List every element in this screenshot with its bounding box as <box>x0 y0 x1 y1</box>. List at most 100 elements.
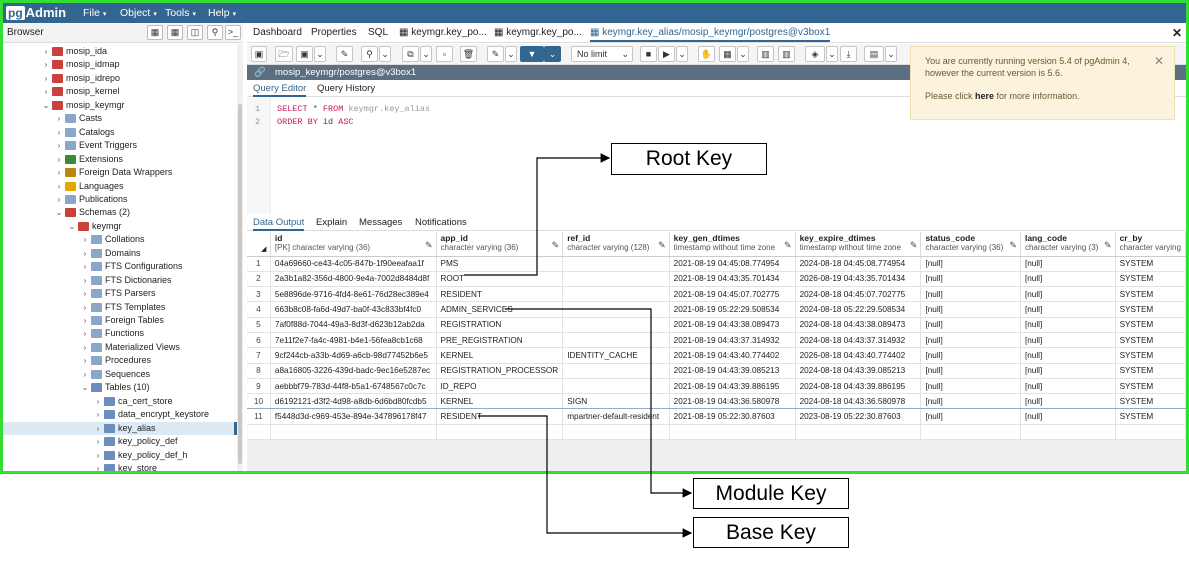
table-cell[interactable]: 2024-08-18 04:43:36.580978 <box>795 393 922 410</box>
table-cell[interactable]: [null] <box>1020 271 1116 288</box>
find-dropdown-icon[interactable]: ⌄ <box>379 46 391 62</box>
table-row[interactable]: 11 f5448d3d-c969-453e-894e-347896178f47 RE… <box>247 408 1186 425</box>
table-row[interactable]: 1 04a69660-ce43-4c05-847b-1f90eeafaa1f PMS… <box>247 256 1186 272</box>
column-header-ref-id[interactable]: ref_id character varying (128) ✎ <box>562 232 670 257</box>
tree-node[interactable]: ⌄ Tables (10) <box>80 381 150 394</box>
table-cell[interactable]: 2024-08-18 04:43:38.089473 <box>795 317 922 333</box>
tree-scrollbar[interactable] <box>237 44 243 471</box>
tab-keymgr-key-policy-1[interactable]: ▦ keymgr.key_po... <box>399 27 487 38</box>
filter-rows-icon[interactable]: ◫ <box>187 25 203 40</box>
table-cell[interactable]: [null] <box>1020 393 1116 410</box>
table-cell[interactable]: 663b8c08-fa6d-49d7-ba0f-43c833bf4fc0 <box>270 301 437 318</box>
table-cell[interactable]: 7e11f2e7-fa4c-4981-b4e1-56fea8cb1c68 <box>270 332 437 349</box>
table-cell[interactable] <box>562 286 670 303</box>
table-cell[interactable]: 2024-08-18 04:45:08.774954 <box>795 256 922 272</box>
table-cell[interactable]: 7af0f88d-7044-49a3-8d3f-d623b12ab2da <box>270 317 437 333</box>
table-cell[interactable]: 2021-08-19 04:43:39.085213 <box>669 363 796 379</box>
tree-node[interactable]: › data_encrypt_keystore <box>93 408 209 421</box>
chevron-right-icon[interactable]: › <box>93 449 103 462</box>
table-cell[interactable] <box>562 301 670 318</box>
close-icon[interactable]: ✕ <box>1172 26 1182 40</box>
execute-icon[interactable]: ▶ <box>658 46 675 62</box>
table-cell[interactable]: [null] <box>1020 301 1116 318</box>
table-cell[interactable]: f5448d3d-c969-453e-894e-347896178f47 <box>270 408 437 425</box>
view-data-icon[interactable]: ▦ <box>167 25 183 40</box>
table-cell[interactable]: 2023-08-19 05:22:30.87603 <box>795 408 922 425</box>
table-cell[interactable]: 2024-08-18 04:43:39.886195 <box>795 378 922 395</box>
graph-icon[interactable]: ▤ <box>864 46 884 62</box>
table-cell[interactable]: [null] <box>1020 256 1116 272</box>
table-cell[interactable]: 2021-08-19 04:43:40.774402 <box>669 347 796 364</box>
delete-icon[interactable]: 🗑 <box>460 46 477 62</box>
chevron-right-icon[interactable]: › <box>41 85 51 98</box>
chevron-right-icon[interactable]: › <box>93 435 103 448</box>
tree-node[interactable]: › Collations <box>80 233 145 246</box>
table-cell[interactable]: REGISTRATION_PROCESSOR <box>436 363 564 379</box>
table-cell[interactable]: 2024-08-18 04:43:39.085213 <box>795 363 922 379</box>
tree-node[interactable]: › Languages <box>54 180 124 193</box>
table-cell[interactable] <box>562 378 670 395</box>
tab-keymgr-key-policy-2[interactable]: ▦ keymgr.key_po... <box>494 27 582 38</box>
tree-node[interactable]: › Foreign Data Wrappers <box>54 166 172 179</box>
tab-key-alias[interactable]: ▦ keymgr.key_alias/mosip_keymgr/postgres… <box>590 27 831 42</box>
table-cell[interactable]: SYSTEM <box>1115 301 1186 318</box>
chevron-right-icon[interactable]: › <box>41 58 51 71</box>
chevron-right-icon[interactable]: › <box>80 287 90 300</box>
tab-query-editor[interactable]: Query Editor <box>253 83 307 97</box>
filter-dropdown-icon[interactable]: ⌄ <box>544 46 561 62</box>
notice-link[interactable]: here <box>975 91 994 101</box>
tree-node[interactable]: › key_alias <box>3 421 237 435</box>
table-cell[interactable]: ID_REPO <box>436 378 564 395</box>
explain-analyze-icon[interactable]: ▦ <box>719 46 736 62</box>
execute-dropdown-icon[interactable]: ⌄ <box>676 46 688 62</box>
tree-node[interactable]: › Materialized Views <box>80 341 180 354</box>
table-cell[interactable]: IDENTITY_CACHE <box>562 347 670 364</box>
tree-node[interactable]: › key_policy_def <box>93 435 178 448</box>
table-cell[interactable]: [null] <box>1020 317 1116 333</box>
table-cell[interactable]: [null] <box>920 332 1021 349</box>
row-number[interactable]: 9 <box>247 378 271 395</box>
edit-sql-icon[interactable]: ✎ <box>487 46 504 62</box>
tree-node[interactable]: ⌄ mosip_keymgr <box>41 99 125 112</box>
table-cell[interactable]: [null] <box>920 317 1021 333</box>
chevron-right-icon[interactable]: › <box>54 139 64 152</box>
sql-line-2[interactable]: ORDER BY id ASC <box>277 117 354 127</box>
chevron-right-icon[interactable]: › <box>41 72 51 85</box>
tree-node[interactable]: › Casts <box>54 112 102 125</box>
table-cell[interactable]: 5e8896de-9716-4fd4-8e61-76d28ec389e4 <box>270 286 437 303</box>
chevron-right-icon[interactable]: › <box>54 193 64 206</box>
table-cell[interactable]: RESIDENT <box>436 286 564 303</box>
db-icon[interactable]: ▣ <box>251 46 267 62</box>
table-cell[interactable]: 2021-08-19 04:43:38.089473 <box>669 317 796 333</box>
tree-node[interactable]: › ca_cert_store <box>93 395 173 408</box>
tree-node[interactable]: › mosip_ida <box>41 45 107 58</box>
tree-node[interactable]: › mosip_idrepo <box>41 72 120 85</box>
tree-node[interactable]: › Foreign Tables <box>80 314 164 327</box>
tree-node[interactable]: › Sequences <box>80 368 150 381</box>
table-row[interactable]: 8 a8a16805-3226-439d-badc-9ec16e5287ec REG… <box>247 363 1186 379</box>
commit-icon[interactable]: ▥ <box>757 46 774 62</box>
row-number[interactable]: 4 <box>247 301 271 318</box>
table-cell[interactable]: ADMIN_SERVICES <box>436 301 564 318</box>
explain-dropdown-icon[interactable]: ⌄ <box>737 46 749 62</box>
copy-dropdown-icon[interactable]: ⌄ <box>420 46 432 62</box>
chevron-right-icon[interactable]: › <box>54 126 64 139</box>
table-cell[interactable]: SIGN <box>562 393 670 410</box>
table-cell[interactable]: [null] <box>920 393 1021 410</box>
table-cell[interactable]: 2026-08-18 04:43:40.774402 <box>795 347 922 364</box>
chevron-right-icon[interactable]: › <box>93 395 103 408</box>
graph-dropdown-icon[interactable]: ⌄ <box>885 46 897 62</box>
chevron-right-icon[interactable]: › <box>80 274 90 287</box>
table-cell[interactable]: 2024-08-18 04:45:07.702775 <box>795 286 922 303</box>
chevron-down-icon[interactable]: ⌄ <box>54 206 64 219</box>
menu-object[interactable]: Object ▾ <box>120 6 157 22</box>
table-cell[interactable]: RESIDENT <box>436 408 564 425</box>
macros-dropdown-icon[interactable]: ⌄ <box>826 46 838 62</box>
table-cell[interactable]: [null] <box>1020 347 1116 364</box>
tree-node[interactable]: › Domains <box>80 247 141 260</box>
chevron-right-icon[interactable]: › <box>80 314 90 327</box>
copy-icon[interactable]: ⧉ <box>402 46 419 62</box>
table-cell[interactable]: [null] <box>1020 408 1116 425</box>
row-number[interactable]: 7 <box>247 347 271 364</box>
tab-query-history[interactable]: Query History <box>317 83 375 94</box>
